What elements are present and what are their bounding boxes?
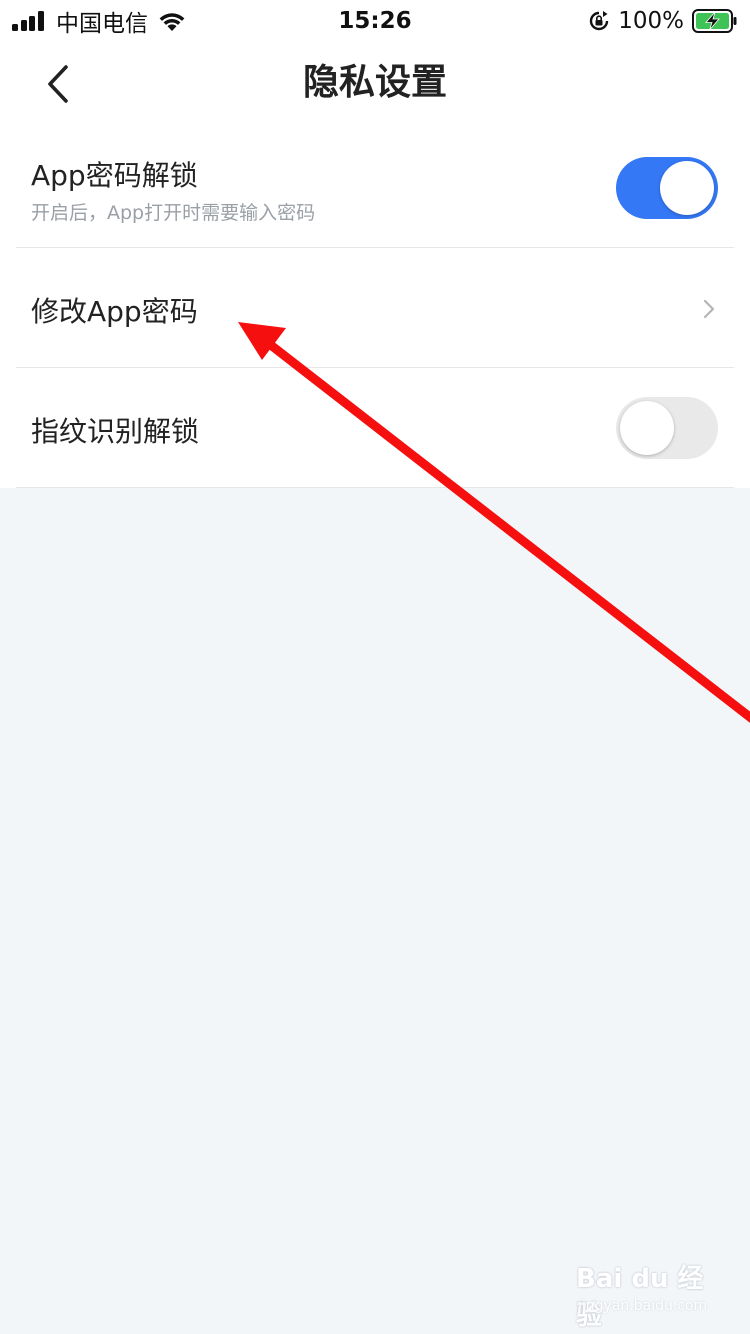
battery-charging-icon (692, 9, 737, 33)
fingerprint-toggle[interactable] (616, 397, 718, 459)
orientation-lock-icon (590, 11, 609, 31)
divider (16, 487, 734, 488)
fingerprint-title: 指纹识别解锁 (31, 415, 200, 448)
chevron-right-icon (703, 299, 715, 319)
status-bar: 中国电信 15:26 100% (0, 0, 750, 42)
status-right: 100% (588, 6, 738, 36)
baidu-jingyan-watermark: Bai du 经验 jingyan.baidu.com (576, 1258, 716, 1331)
app-lock-toggle[interactable] (616, 157, 718, 219)
toggle-knob (660, 161, 714, 215)
battery-percent: 100% (618, 8, 684, 34)
page-title: 隐私设置 (302, 62, 447, 103)
setting-row-fingerprint: 指纹识别解锁 (0, 368, 750, 488)
setting-row-app-lock: App密码解锁 开启后，App打开时需要输入密码 (0, 128, 750, 248)
app-lock-subtitle: 开启后，App打开时需要输入密码 (31, 202, 316, 224)
watermark-main: Bai du 经验 (576, 1264, 704, 1331)
watermark-sub: jingyan.baidu.com (578, 1298, 708, 1314)
app-lock-title: App密码解锁 (31, 159, 198, 192)
toggle-knob (620, 401, 674, 455)
change-password-title: 修改App密码 (31, 295, 198, 328)
setting-row-change-password[interactable]: 修改App密码 (0, 248, 750, 368)
nav-bar: 隐私设置 (0, 42, 750, 128)
